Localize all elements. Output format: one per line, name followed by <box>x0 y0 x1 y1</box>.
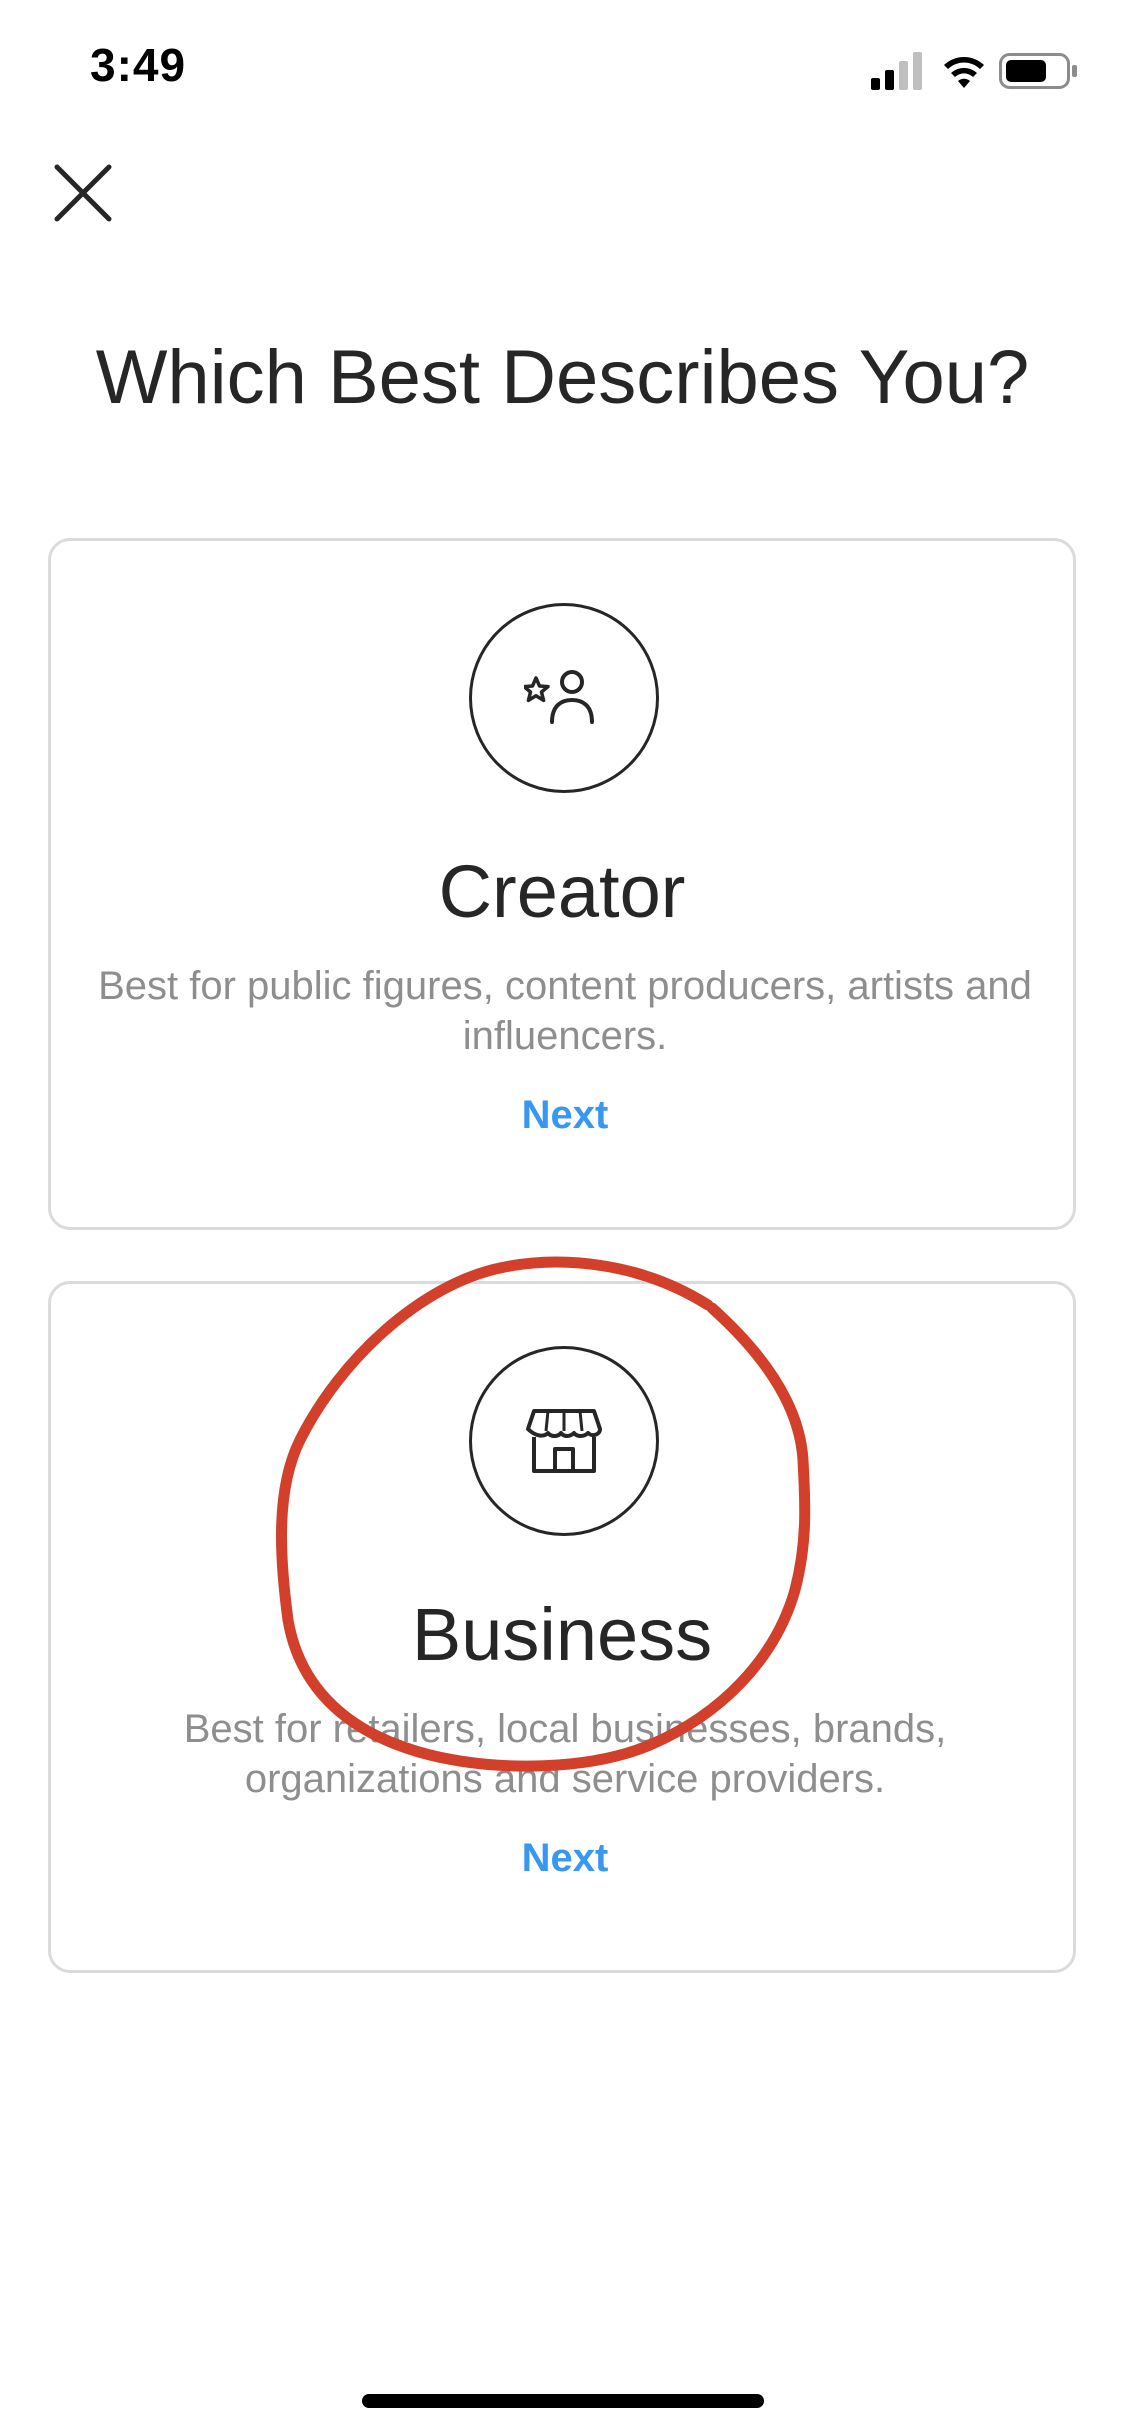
business-title: Business <box>411 1593 713 1676</box>
status-time: 3:49 <box>90 39 187 91</box>
creator-card[interactable]: Creator Best for public figures, content… <box>48 538 1076 1230</box>
business-card[interactable]: Business Best for retailers, local busin… <box>48 1281 1076 1973</box>
status-bar: 3:49 <box>0 0 1125 140</box>
battery-icon <box>999 53 1077 89</box>
home-indicator <box>362 2394 764 2408</box>
star-person-icon <box>524 670 594 724</box>
page-title: Which Best Describes You? <box>95 335 1030 420</box>
close-icon <box>54 164 112 222</box>
storefront-icon <box>526 1409 602 1473</box>
cellular-signal-icon <box>871 52 922 90</box>
creator-title: Creator <box>438 850 686 933</box>
wifi-icon <box>944 57 984 88</box>
creator-icon-circle <box>469 603 659 793</box>
creator-description: Best for public figures, content produce… <box>98 964 1032 1058</box>
business-next-button[interactable]: Next <box>465 1836 665 1881</box>
business-description: Best for retailers, local businesses, br… <box>183 1707 947 1801</box>
close-button[interactable] <box>40 150 126 236</box>
business-icon-circle <box>469 1346 659 1536</box>
status-icons <box>871 50 1081 90</box>
creator-next-button[interactable]: Next <box>465 1093 665 1138</box>
